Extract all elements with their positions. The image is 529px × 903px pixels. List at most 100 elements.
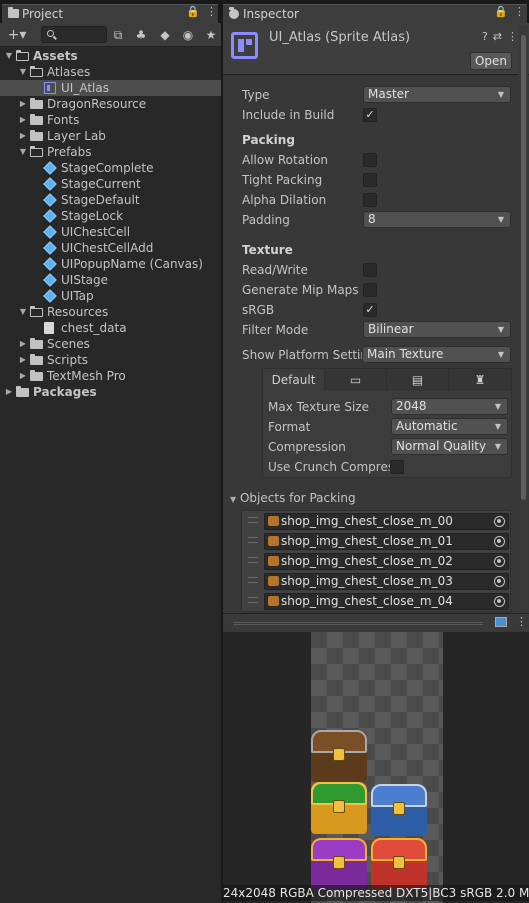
drag-handle-icon[interactable] xyxy=(248,517,258,523)
objects-for-packing-foldout[interactable]: ▼ Objects for Packing xyxy=(230,489,356,507)
tree-item[interactable]: UIChestCellAdd xyxy=(0,240,221,256)
tree-item[interactable]: UIChestCell xyxy=(0,224,221,240)
platform-settings-box: Default ▭ ▤ ♜ Max Texture Size 2048 ▼ For… xyxy=(262,368,512,478)
object-picker-icon[interactable] xyxy=(494,536,505,547)
object-field[interactable]: shop_img_chest_close_m_02 xyxy=(264,553,509,570)
tab-desktop[interactable]: ▭ xyxy=(325,369,387,391)
tree-item[interactable]: chest_data xyxy=(0,320,221,336)
tree-item[interactable]: StageComplete xyxy=(0,160,221,176)
drag-handle-icon[interactable] xyxy=(248,577,258,583)
inspector-scrollbar[interactable] xyxy=(519,25,528,610)
folder-open-icon xyxy=(29,306,43,317)
tree-item[interactable]: StageLock xyxy=(0,208,221,224)
search-icon xyxy=(47,30,54,37)
search-input[interactable] xyxy=(41,26,107,43)
drag-handle-icon[interactable] xyxy=(248,537,258,543)
crunch-checkbox[interactable] xyxy=(390,460,404,474)
eye-icon[interactable]: ◉ xyxy=(180,27,196,43)
inspector-lock-icon[interactable]: 🔒 xyxy=(494,5,508,18)
expand-arrow-icon[interactable]: ▼ xyxy=(18,144,28,160)
preview-divider[interactable]: ⋮ xyxy=(223,613,529,631)
collapse-arrow-icon[interactable]: ▶ xyxy=(18,352,28,368)
help-icon[interactable]: ? xyxy=(482,30,493,43)
tree-item[interactable]: ▶ Layer Lab xyxy=(0,128,221,144)
asset-title: UI_Atlas (Sprite Atlas) xyxy=(269,30,411,45)
alpha-dilation-checkbox[interactable] xyxy=(363,193,377,207)
tree-item[interactable]: StageDefault xyxy=(0,192,221,208)
star-icon[interactable]: ★ xyxy=(203,27,219,43)
object-field[interactable]: shop_img_chest_close_m_04 xyxy=(264,593,509,610)
tree-item[interactable]: UIStage xyxy=(0,272,221,288)
tree-item[interactable]: ▶ TextMesh Pro xyxy=(0,368,221,384)
collapse-arrow-icon[interactable]: ▶ xyxy=(4,384,14,400)
format-dropdown[interactable]: Automatic ▼ xyxy=(391,418,508,435)
tree-item[interactable]: ▶ DragonResource xyxy=(0,96,221,112)
tree-item[interactable]: ▶ Scripts xyxy=(0,352,221,368)
collapse-arrow-icon[interactable]: ▶ xyxy=(18,112,28,128)
inspector-more-icon[interactable]: ⋮ xyxy=(514,5,525,18)
tree-item[interactable]: UI_Atlas xyxy=(0,80,221,96)
scrollbar-thumb[interactable] xyxy=(521,35,526,500)
tag-icon[interactable]: ◆ xyxy=(157,27,173,43)
tree-item[interactable]: ▼ Prefabs xyxy=(0,144,221,160)
preset-icon[interactable]: ⇄ xyxy=(493,30,507,43)
sprite-icon xyxy=(268,596,279,606)
more-menu-icon[interactable]: ⋮ xyxy=(206,5,217,18)
read-write-checkbox[interactable] xyxy=(363,263,377,277)
tab-inspector[interactable]: Inspector xyxy=(223,4,527,23)
tree-item[interactable]: ▼ Resources xyxy=(0,304,221,320)
filter-mode-dropdown[interactable]: Bilinear ▼ xyxy=(363,321,511,338)
chevron-down-icon: ▼ xyxy=(497,215,504,224)
collapse-arrow-icon[interactable]: ▶ xyxy=(18,368,28,384)
text-file-icon xyxy=(44,322,54,334)
collapse-arrow-icon[interactable]: ▶ xyxy=(18,96,28,112)
filter-by-label-icon[interactable]: ♣ xyxy=(133,27,149,43)
lock-icon[interactable]: 🔒 xyxy=(186,5,200,18)
expand-arrow-icon[interactable]: ▼ xyxy=(18,64,28,80)
object-field[interactable]: shop_img_chest_close_m_00 xyxy=(264,513,509,530)
mipmaps-checkbox[interactable] xyxy=(363,283,377,297)
compression-dropdown[interactable]: Normal Quality ▼ xyxy=(391,438,508,455)
object-picker-icon[interactable] xyxy=(494,576,505,587)
max-texture-size-dropdown[interactable]: 2048 ▼ xyxy=(391,398,508,415)
tree-item[interactable]: UITap xyxy=(0,288,221,304)
tab-default[interactable]: Default xyxy=(263,369,325,391)
tree-item[interactable]: ▶ Packages xyxy=(0,384,221,400)
drag-handle[interactable] xyxy=(233,622,483,625)
open-button[interactable]: Open xyxy=(470,52,512,70)
object-name: shop_img_chest_close_m_00 xyxy=(281,514,453,528)
type-dropdown[interactable]: Master ▼ xyxy=(363,86,511,103)
color-channel-icon[interactable] xyxy=(495,617,507,627)
tree-item[interactable]: ▶ Fonts xyxy=(0,112,221,128)
platform-dropdown[interactable]: Main Texture ▼ xyxy=(362,346,511,363)
header-icons[interactable]: ?⇄⋮ xyxy=(482,30,523,43)
drag-handle-icon[interactable] xyxy=(248,597,258,603)
padding-dropdown[interactable]: 8 ▼ xyxy=(363,211,511,228)
tree-item[interactable]: ▼ Atlases xyxy=(0,64,221,80)
texture-header: Texture xyxy=(242,243,293,257)
object-picker-icon[interactable] xyxy=(494,516,505,527)
tree-item[interactable]: ▶ Scenes xyxy=(0,336,221,352)
folder-open-icon xyxy=(15,50,29,61)
tab-webgl[interactable]: ▤ xyxy=(387,369,449,391)
collapse-arrow-icon[interactable]: ▶ xyxy=(18,128,28,144)
preview-menu-icon[interactable]: ⋮ xyxy=(516,615,527,628)
expand-arrow-icon[interactable]: ▼ xyxy=(4,48,14,64)
object-picker-icon[interactable] xyxy=(494,596,505,607)
include-in-build-checkbox[interactable]: ✓ xyxy=(363,108,377,122)
tree-item[interactable]: StageCurrent xyxy=(0,176,221,192)
search-by-type-icon[interactable]: ⧉ xyxy=(110,27,126,43)
tree-item[interactable]: ▼ Assets xyxy=(0,48,221,64)
tight-packing-checkbox[interactable] xyxy=(363,173,377,187)
srgb-checkbox[interactable]: ✓ xyxy=(363,303,377,317)
tree-item[interactable]: UIPopupName (Canvas) xyxy=(0,256,221,272)
drag-handle-icon[interactable] xyxy=(248,557,258,563)
expand-arrow-icon[interactable]: ▼ xyxy=(18,304,28,320)
allow-rotation-checkbox[interactable] xyxy=(363,153,377,167)
create-button[interactable]: +▾ xyxy=(4,27,30,43)
object-field[interactable]: shop_img_chest_close_m_03 xyxy=(264,573,509,590)
collapse-arrow-icon[interactable]: ▶ xyxy=(18,336,28,352)
tab-android[interactable]: ♜ xyxy=(449,369,511,391)
object-picker-icon[interactable] xyxy=(494,556,505,567)
object-field[interactable]: shop_img_chest_close_m_01 xyxy=(264,533,509,550)
